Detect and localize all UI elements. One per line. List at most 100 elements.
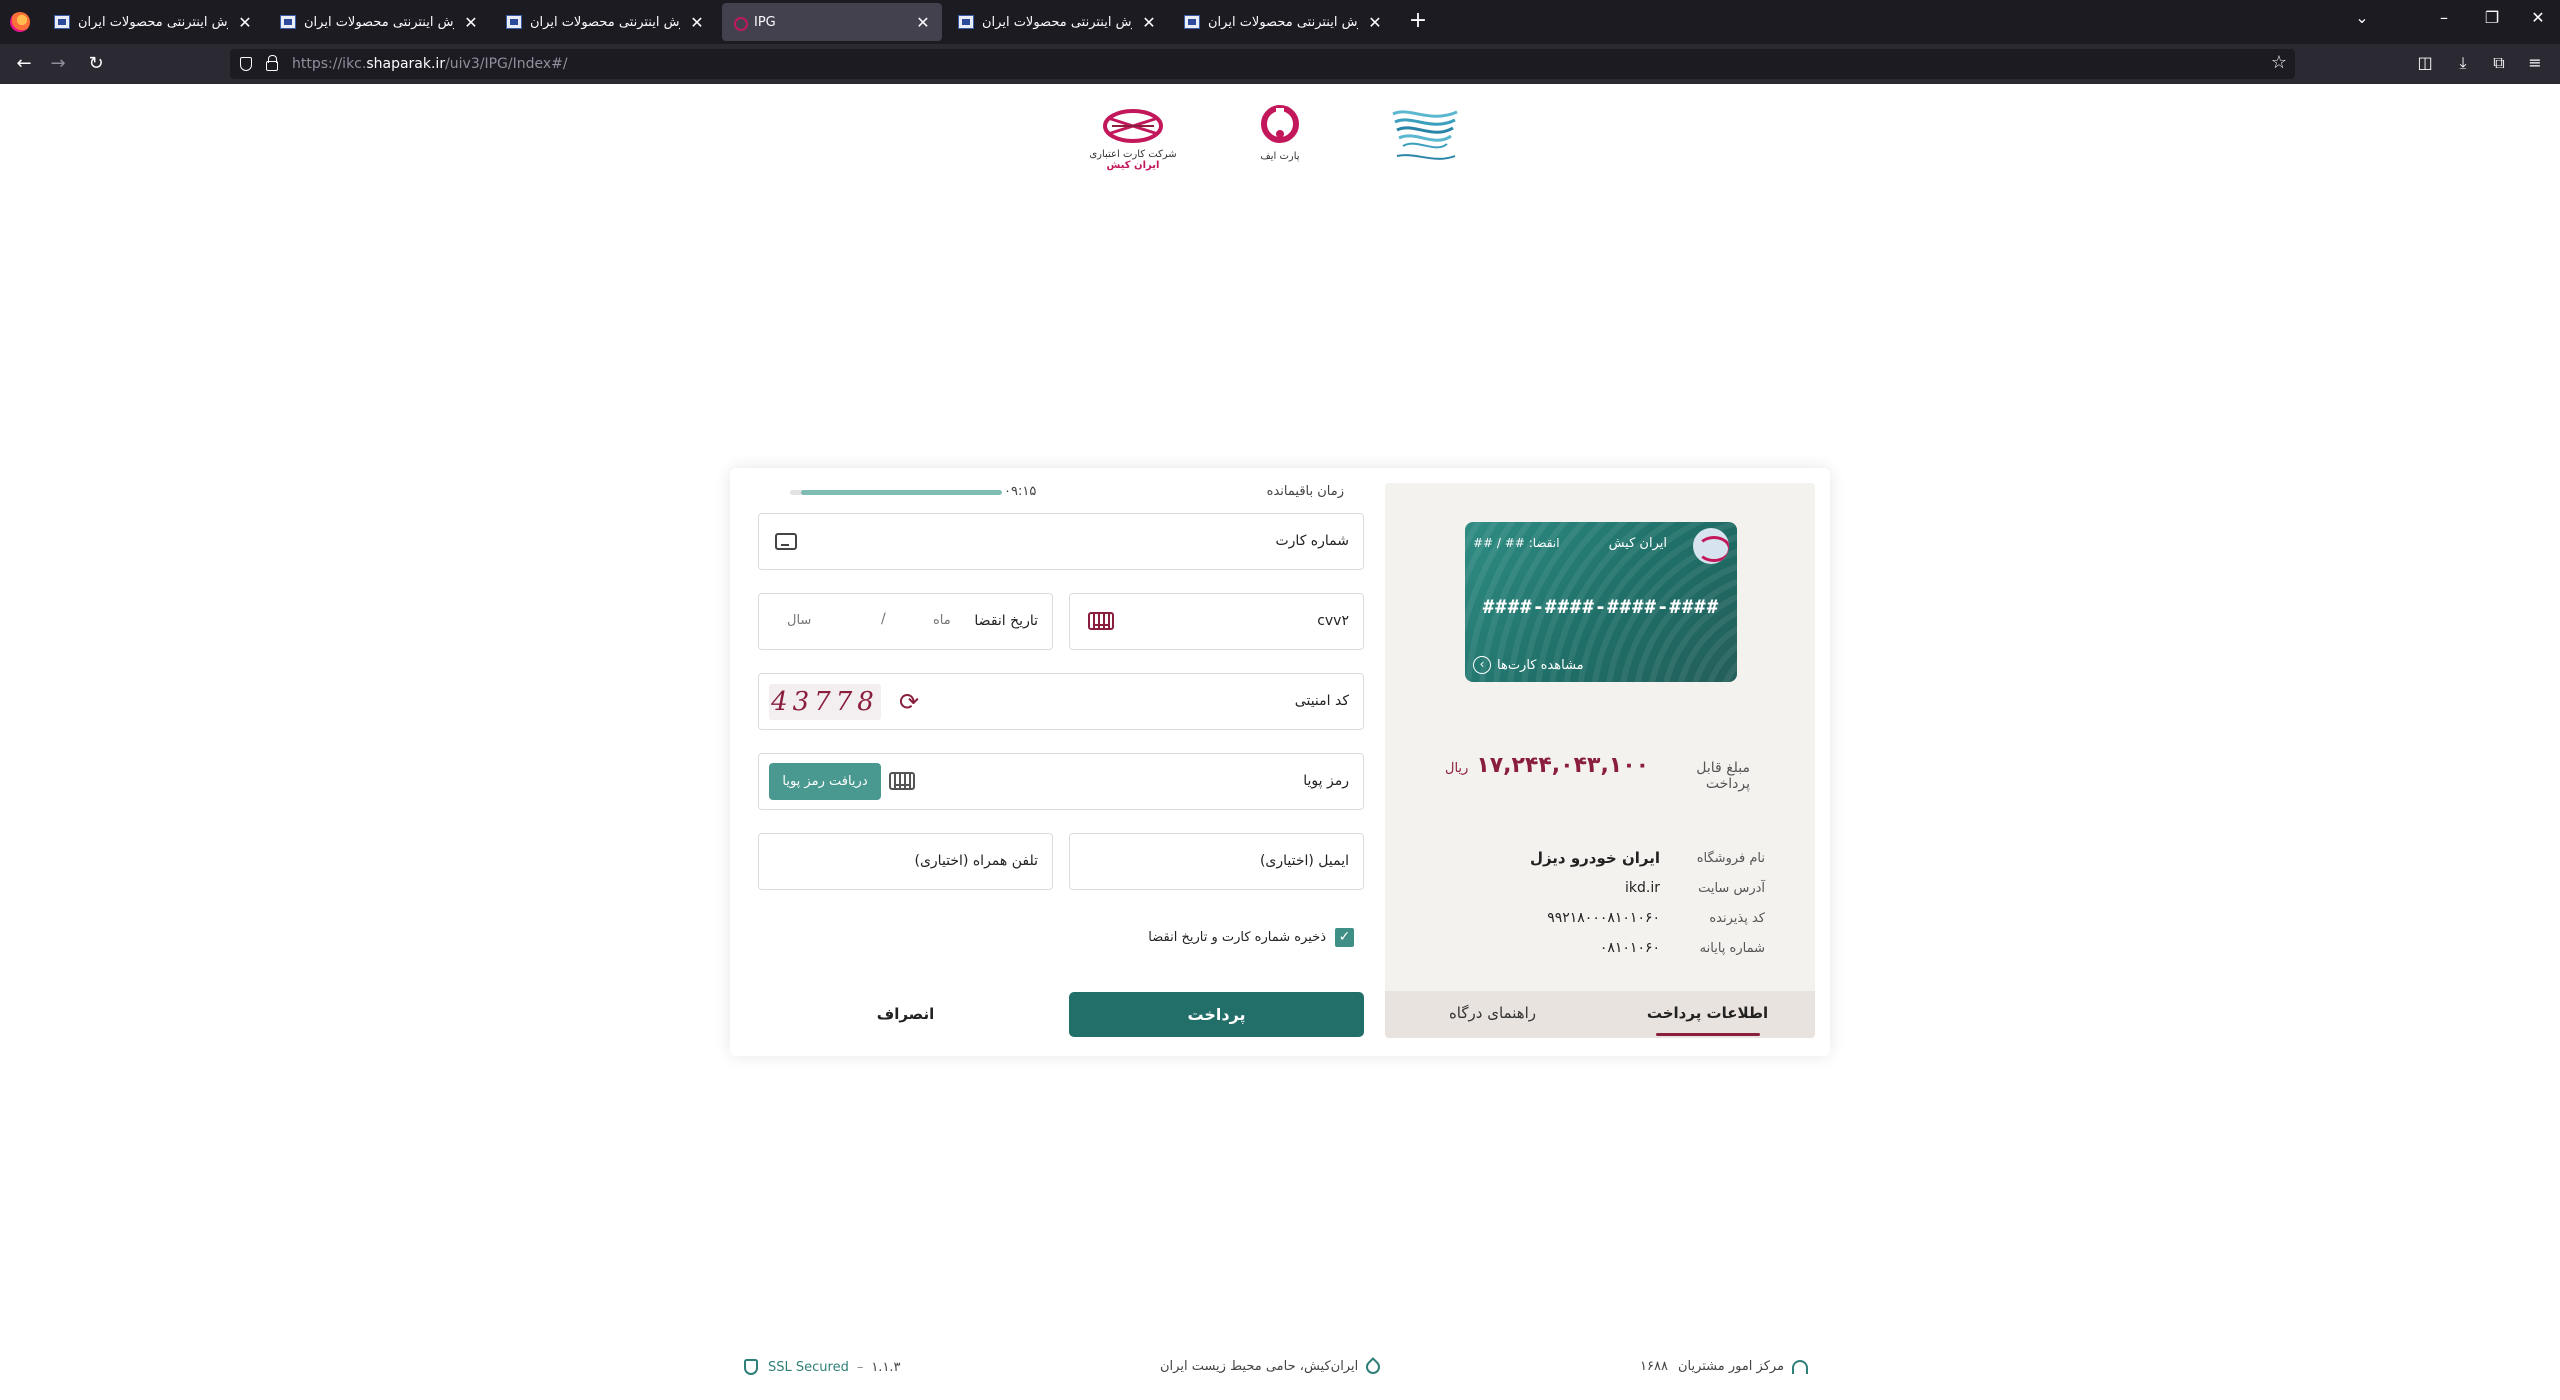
reload-icon[interactable]: ↻ [82, 52, 110, 76]
timer-label: زمان باقیمانده [1266, 484, 1344, 499]
card-expiry: انقضا: ## / ## [1473, 536, 1560, 550]
leaf-icon [1363, 1356, 1384, 1377]
browser-tab[interactable]: فروش اینترنتی محصولات ایران - ✕ [44, 3, 264, 41]
terminal-number: ۰۸۱۰۱۰۶۰ [1599, 940, 1660, 956]
close-tab-icon[interactable]: ✕ [688, 13, 706, 32]
amount-currency: ریال [1445, 761, 1469, 776]
bank-card[interactable]: ایران کیش انقضا: ## / ## ####-####-####-… [1465, 522, 1737, 682]
expiry-month-input[interactable]: ماه [933, 613, 951, 628]
card-number: ####-####-####-#### [1482, 596, 1720, 618]
new-tab-icon[interactable]: + [1404, 8, 1432, 33]
restore-icon[interactable]: ❐ [2478, 8, 2506, 27]
tracking-shield-icon[interactable] [240, 57, 252, 71]
timer-progress-bar [790, 490, 1002, 495]
browser-tab[interactable]: فروش اینترنتی محصولات ایران - ✕ [496, 3, 716, 41]
refresh-captcha-icon[interactable]: ⟳ [895, 688, 923, 716]
bookmark-star-icon[interactable]: ☆ [2271, 52, 2287, 73]
email-label: ایمیل (اختیاری) [1259, 853, 1349, 869]
merchant-site-row: آدرس سایت ikd.ir [1445, 873, 1765, 903]
captcha-field[interactable]: کد امنیتی ⟳ 43778 [758, 673, 1364, 730]
close-window-icon[interactable]: ✕ [2524, 8, 2552, 27]
site-favicon-icon [958, 15, 974, 29]
browser-tab[interactable]: فروش اینترنتی محصولات ایران - ✕ [1174, 3, 1394, 41]
email-field[interactable]: ایمیل (اختیاری) [1069, 833, 1364, 890]
expiry-field[interactable]: تاریخ انقضا ماه / سال [758, 593, 1053, 650]
menu-icon[interactable]: ≡ [2522, 53, 2548, 72]
url-text[interactable]: https://ikc.shaparak.ir/uiv3/IPG/Index#/ [292, 56, 568, 72]
close-tab-icon[interactable]: ✕ [462, 13, 480, 32]
close-tab-icon[interactable]: ✕ [1366, 13, 1384, 32]
save-card-checkbox[interactable]: ✓ [1335, 928, 1354, 947]
acceptor-code-label: کد پذیرنده [1709, 910, 1765, 926]
payment-form: زمان باقیمانده ۰۹:۱۵ شماره کارت cvv۲ تار… [754, 468, 1364, 1056]
view-cards-link[interactable]: ‹ مشاهده کارت‌ها [1473, 656, 1584, 674]
back-icon[interactable]: ← [10, 52, 38, 76]
card-bank-name: ایران کیش [1608, 536, 1667, 551]
ssl-badge: SSL Secured – ۱.۱.۳ [744, 1359, 901, 1375]
ikc-logo-line2: ایران کیش [1106, 160, 1160, 171]
close-tab-icon[interactable]: ✕ [914, 13, 932, 32]
keyboard-icon[interactable] [1088, 612, 1114, 630]
merchant-name-label: نام فروشگاه [1696, 850, 1765, 866]
pay-button[interactable]: پرداخت [1069, 992, 1364, 1037]
tab-title: فروش اینترنتی محصولات ایران - [304, 14, 454, 30]
browser-tab[interactable]: فروش اینترنتی محصولات ایران - ✕ [270, 3, 490, 41]
minimize-icon[interactable]: – [2430, 8, 2458, 27]
save-card-option[interactable]: ✓ ذخیره شماره کارت و تاریخ انقضا [1148, 928, 1354, 947]
lock-icon[interactable] [266, 55, 278, 71]
amount-row: مبلغ قابل پرداخت ۱۷,۲۴۴,۰۴۳,۱۰۰ ریال [1445, 753, 1750, 792]
cvv2-field[interactable]: cvv۲ [1069, 593, 1364, 650]
site-favicon-icon [1184, 15, 1200, 29]
support-label: مرکز امور مشتریان [1677, 1359, 1785, 1374]
merchant-name: ایران خودرو دیزل [1529, 849, 1660, 867]
chevron-left-icon: ‹ [1473, 656, 1491, 674]
amount-label: مبلغ قابل پرداخت [1696, 760, 1750, 792]
payment-info-panel: ایران کیش انقضا: ## / ## ####-####-####-… [1385, 483, 1815, 1038]
pocket-icon[interactable]: ◫ [2412, 53, 2438, 72]
expiry-separator: / [881, 611, 886, 627]
iran-kish-logo-icon [1693, 528, 1729, 564]
get-otp-button[interactable]: دریافت رمز پویا [769, 763, 881, 800]
expiry-year-input[interactable]: سال [787, 613, 811, 628]
environment-note: ایران‌کیش، حامی محیط زیست ایران [1160, 1356, 1384, 1377]
tab-title: فروش اینترنتی محصولات ایران - [530, 14, 680, 30]
url-bar[interactable]: https://ikc.shaparak.ir/uiv3/IPG/Index#/… [230, 49, 2295, 79]
support-number: ۱۶۸۸ [1640, 1359, 1668, 1374]
keyboard-icon[interactable] [889, 772, 915, 790]
merchant-site-label: آدرس سایت [1698, 880, 1765, 896]
ssl-label: SSL Secured [768, 1359, 849, 1375]
save-card-label: ذخیره شماره کارت و تاریخ انقضا [1148, 930, 1326, 945]
forward-icon[interactable]: → [44, 52, 72, 76]
downloads-icon[interactable]: ⤓ [2450, 53, 2476, 73]
browser-tab-active[interactable]: IPG ✕ [722, 3, 942, 41]
close-tab-icon[interactable]: ✕ [1140, 13, 1158, 32]
headset-icon [1792, 1359, 1809, 1374]
card-number-label: شماره کارت [1275, 533, 1349, 549]
shield-icon [744, 1359, 758, 1375]
extensions-icon[interactable]: ⧉ [2486, 53, 2512, 73]
site-favicon-icon [506, 15, 522, 29]
card-icon[interactable] [775, 533, 797, 550]
version: ۱.۱.۳ [871, 1359, 901, 1375]
otp-field[interactable]: رمز پویا دریافت رمز پویا [758, 753, 1364, 810]
firefox-icon[interactable] [10, 12, 30, 32]
tab-title: فروش اینترنتی محصولات ایران - [982, 14, 1132, 30]
tab-gateway-guide[interactable]: راهنمای درگاه [1385, 991, 1600, 1038]
info-tabs: اطلاعات پرداخت راهنمای درگاه [1385, 991, 1815, 1038]
environment-text: ایران‌کیش، حامی محیط زیست ایران [1160, 1359, 1359, 1374]
ikc-logo: شرکت کارت اعتباری ایران کیش [1083, 106, 1183, 176]
terminal-row: شماره پایانه ۰۸۱۰۱۰۶۰ [1445, 933, 1765, 963]
cancel-button[interactable]: انصراف [758, 992, 1053, 1037]
nav-bar: ← → ↻ https://ikc.shaparak.ir/uiv3/IPG/I… [0, 44, 2560, 84]
browser-tab[interactable]: فروش اینترنتی محصولات ایران - ✕ [948, 3, 1168, 41]
page: پارت ایف شرکت کارت اعتباری ایران کیش ایر… [0, 84, 2560, 1400]
card-number-field[interactable]: شماره کارت [758, 513, 1364, 570]
ipg-favicon-icon [732, 15, 748, 31]
expiry-label: تاریخ انقضا [974, 613, 1038, 629]
tab-payment-info[interactable]: اطلاعات پرداخت [1600, 991, 1815, 1038]
otp-label: رمز پویا [1303, 773, 1349, 789]
shaparak-logo [1385, 106, 1465, 176]
mobile-field[interactable]: تلفن همراه (اختیاری) [758, 833, 1053, 890]
close-tab-icon[interactable]: ✕ [236, 13, 254, 32]
list-tabs-icon[interactable]: ⌄ [2348, 8, 2376, 27]
